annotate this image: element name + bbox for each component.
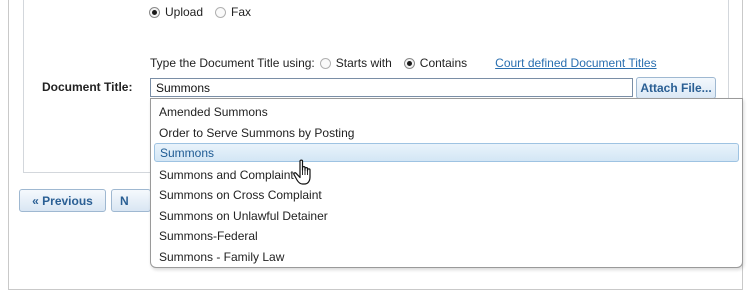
suggestion-item[interactable]: Summons - Family Law [154,247,739,266]
next-button[interactable]: N [111,189,151,212]
page-container: Upload Fax Type the Document Title using… [8,0,743,290]
search-mode-group: Type the Document Title using: Starts wi… [150,56,657,70]
previous-button[interactable]: « Previous [19,189,106,212]
suggestion-item[interactable]: Summons on Cross Complaint [154,185,739,204]
fax-radio-label[interactable]: Fax [231,5,251,19]
contains-label[interactable]: Contains [420,56,467,70]
suggestion-item-selected[interactable]: Summons [154,143,739,162]
suggestion-item[interactable]: Summons on Unlawful Detainer [154,206,739,225]
upload-radio[interactable] [149,6,160,18]
suggestion-item[interactable]: Amended Summons [154,102,739,121]
delivery-method-group: Upload Fax [149,5,263,19]
document-title-input[interactable] [150,78,633,97]
starts-with-label[interactable]: Starts with [336,56,392,70]
court-defined-titles-link[interactable]: Court defined Document Titles [495,56,656,70]
suggestion-item[interactable]: Summons and Complaint [154,165,739,184]
suggestion-item[interactable]: Summons-Federal [154,226,739,245]
search-mode-prompt: Type the Document Title using: [150,56,315,70]
hand-pointer-icon [293,159,311,185]
document-title-label: Document Title: [42,80,133,94]
title-suggestions-dropdown: Amended Summons Order to Serve Summons b… [150,98,743,268]
fax-radio[interactable] [215,6,227,18]
contains-radio[interactable] [403,57,415,69]
suggestion-item[interactable]: Order to Serve Summons by Posting [154,123,739,142]
starts-with-radio[interactable] [319,57,331,69]
attach-file-button[interactable]: Attach File... [636,77,716,99]
upload-radio-label[interactable]: Upload [165,5,203,19]
